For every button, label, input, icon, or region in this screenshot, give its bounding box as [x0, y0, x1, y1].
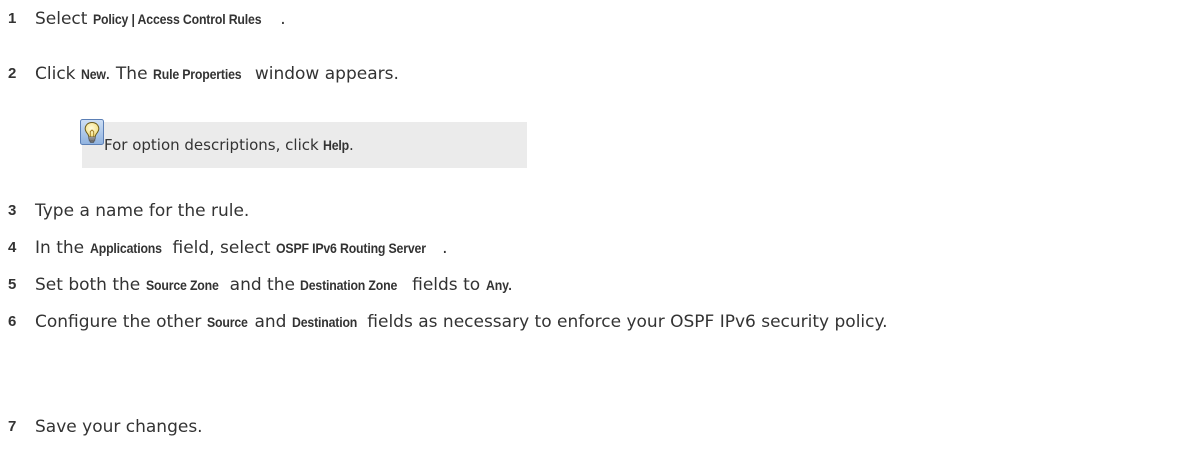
ui-label-destination-zone: Destination Zone	[300, 277, 398, 293]
tip-callout: For option descriptions, click Help.	[82, 122, 527, 168]
step-number: 7	[8, 418, 17, 435]
step-text-run: and the	[224, 275, 301, 295]
step-text: Configure the other Source and Destinati…	[35, 309, 1200, 335]
step-number: 1	[8, 10, 17, 27]
step-text-run: Click	[35, 64, 81, 84]
ui-label-source: Source	[206, 314, 248, 330]
step-text-run: field, select	[167, 238, 276, 258]
step-text: Set both the Source Zone and the Destina…	[35, 272, 1200, 298]
step-number: 5	[8, 276, 17, 293]
ui-label-source-zone: Source Zone	[145, 277, 219, 293]
tip-text: For option descriptions, click Help.	[104, 134, 354, 156]
ui-label-help: Help	[323, 137, 350, 153]
step-number: 4	[8, 239, 17, 256]
ui-label-destination: Destination	[291, 314, 358, 330]
ui-label-any: Any	[485, 277, 509, 293]
ui-label-rule-properties: Rule Properties	[152, 66, 242, 82]
step-text-run: Configure the other	[35, 312, 207, 332]
step-text-run: fields to	[406, 275, 486, 295]
step-text: Select Policy | Access Control Rules.	[35, 6, 1200, 32]
tip-text-run: For option descriptions, click	[104, 136, 324, 154]
step-text: In the Applications field, select OSPF I…	[35, 235, 1200, 261]
step-number: 2	[8, 65, 17, 82]
step-text-run: Save your changes.	[35, 417, 203, 437]
step-text-run: fields as necessary to enforce your OSPF…	[361, 312, 888, 332]
ui-label-policy-access-control-rules: Policy | Access Control Rules	[92, 11, 262, 27]
lightbulb-icon	[80, 119, 104, 145]
step-text-run: window appears.	[249, 64, 399, 84]
step-text: Save your changes.	[35, 414, 1200, 440]
ui-label-ospf-ipv6-routing-server: OSPF IPv6 Routing Server	[275, 240, 426, 256]
step-text: Click New. The Rule Properties window ap…	[35, 61, 1200, 87]
step-text-run: Type a name for the rule.	[35, 201, 250, 221]
step-text-run: In the	[35, 238, 90, 258]
step-text-run: .	[442, 238, 448, 258]
step-text-run: Select	[35, 9, 93, 29]
step-number: 6	[8, 313, 17, 330]
step-text-run: Set both the	[35, 275, 146, 295]
ui-label-new: New	[80, 66, 106, 82]
step-text-run: and	[249, 312, 292, 332]
tip-text-run: .	[349, 136, 354, 154]
step-text-run: .	[280, 9, 286, 29]
step-number: 3	[8, 202, 17, 219]
step-text-run: . The	[105, 64, 153, 84]
ui-label-applications: Applications	[89, 240, 162, 256]
step-text: Type a name for the rule.	[35, 198, 1200, 224]
